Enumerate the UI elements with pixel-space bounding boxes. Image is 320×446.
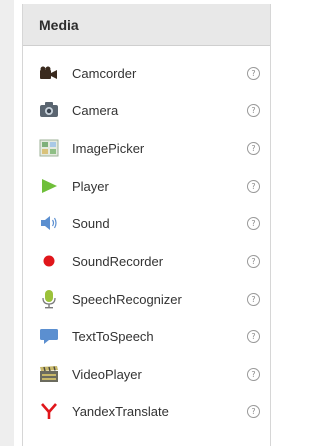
help-icon[interactable]: ? [247,404,260,418]
component-camera[interactable]: Camera ? [23,95,270,125]
component-imagepicker[interactable]: ImagePicker ? [23,133,270,163]
component-label: VideoPlayer [72,366,142,382]
component-soundrecorder[interactable]: SoundRecorder ? [23,246,270,276]
image-picker-icon [39,138,59,158]
palette-header[interactable]: Media [23,4,270,46]
media-palette-panel: Media Camcorder ? Camera ? ImagePicker ?… [22,4,271,446]
help-icon[interactable]: ? [247,367,260,381]
player-icon [39,176,59,196]
help-icon[interactable]: ? [247,254,260,268]
component-camcorder[interactable]: Camcorder ? [23,58,270,88]
sound-recorder-icon [39,251,59,271]
palette-title: Media [39,16,79,33]
component-label: ImagePicker [72,140,145,156]
component-label: Camcorder [72,65,137,81]
help-icon[interactable]: ? [247,179,260,193]
component-sound[interactable]: Sound ? [23,208,270,238]
component-yandextranslate[interactable]: YandexTranslate ? [23,396,270,426]
help-icon[interactable]: ? [247,141,260,155]
component-label: Camera [72,102,119,118]
camcorder-icon [39,63,59,83]
help-icon[interactable]: ? [247,292,260,306]
component-label: TextToSpeech [72,328,154,344]
video-player-icon [39,364,59,384]
help-icon[interactable]: ? [247,329,260,343]
component-texttospeech[interactable]: TextToSpeech ? [23,321,270,351]
help-icon[interactable]: ? [247,66,260,80]
left-gutter [0,0,14,446]
component-speechrecognizer[interactable]: SpeechRecognizer ? [23,284,270,314]
help-icon[interactable]: ? [247,103,260,117]
component-label: SpeechRecognizer [72,291,182,307]
text-to-speech-icon [39,326,59,346]
component-player[interactable]: Player ? [23,171,270,201]
component-label: Player [72,178,109,194]
component-videoplayer[interactable]: VideoPlayer ? [23,359,270,389]
speech-recognizer-icon [39,289,59,309]
sound-icon [39,213,59,233]
camera-icon [39,100,59,120]
component-label: SoundRecorder [72,253,164,269]
yandex-translate-icon [39,401,59,421]
component-label: Sound [72,215,110,231]
component-label: YandexTranslate [72,403,169,419]
help-icon[interactable]: ? [247,216,260,230]
